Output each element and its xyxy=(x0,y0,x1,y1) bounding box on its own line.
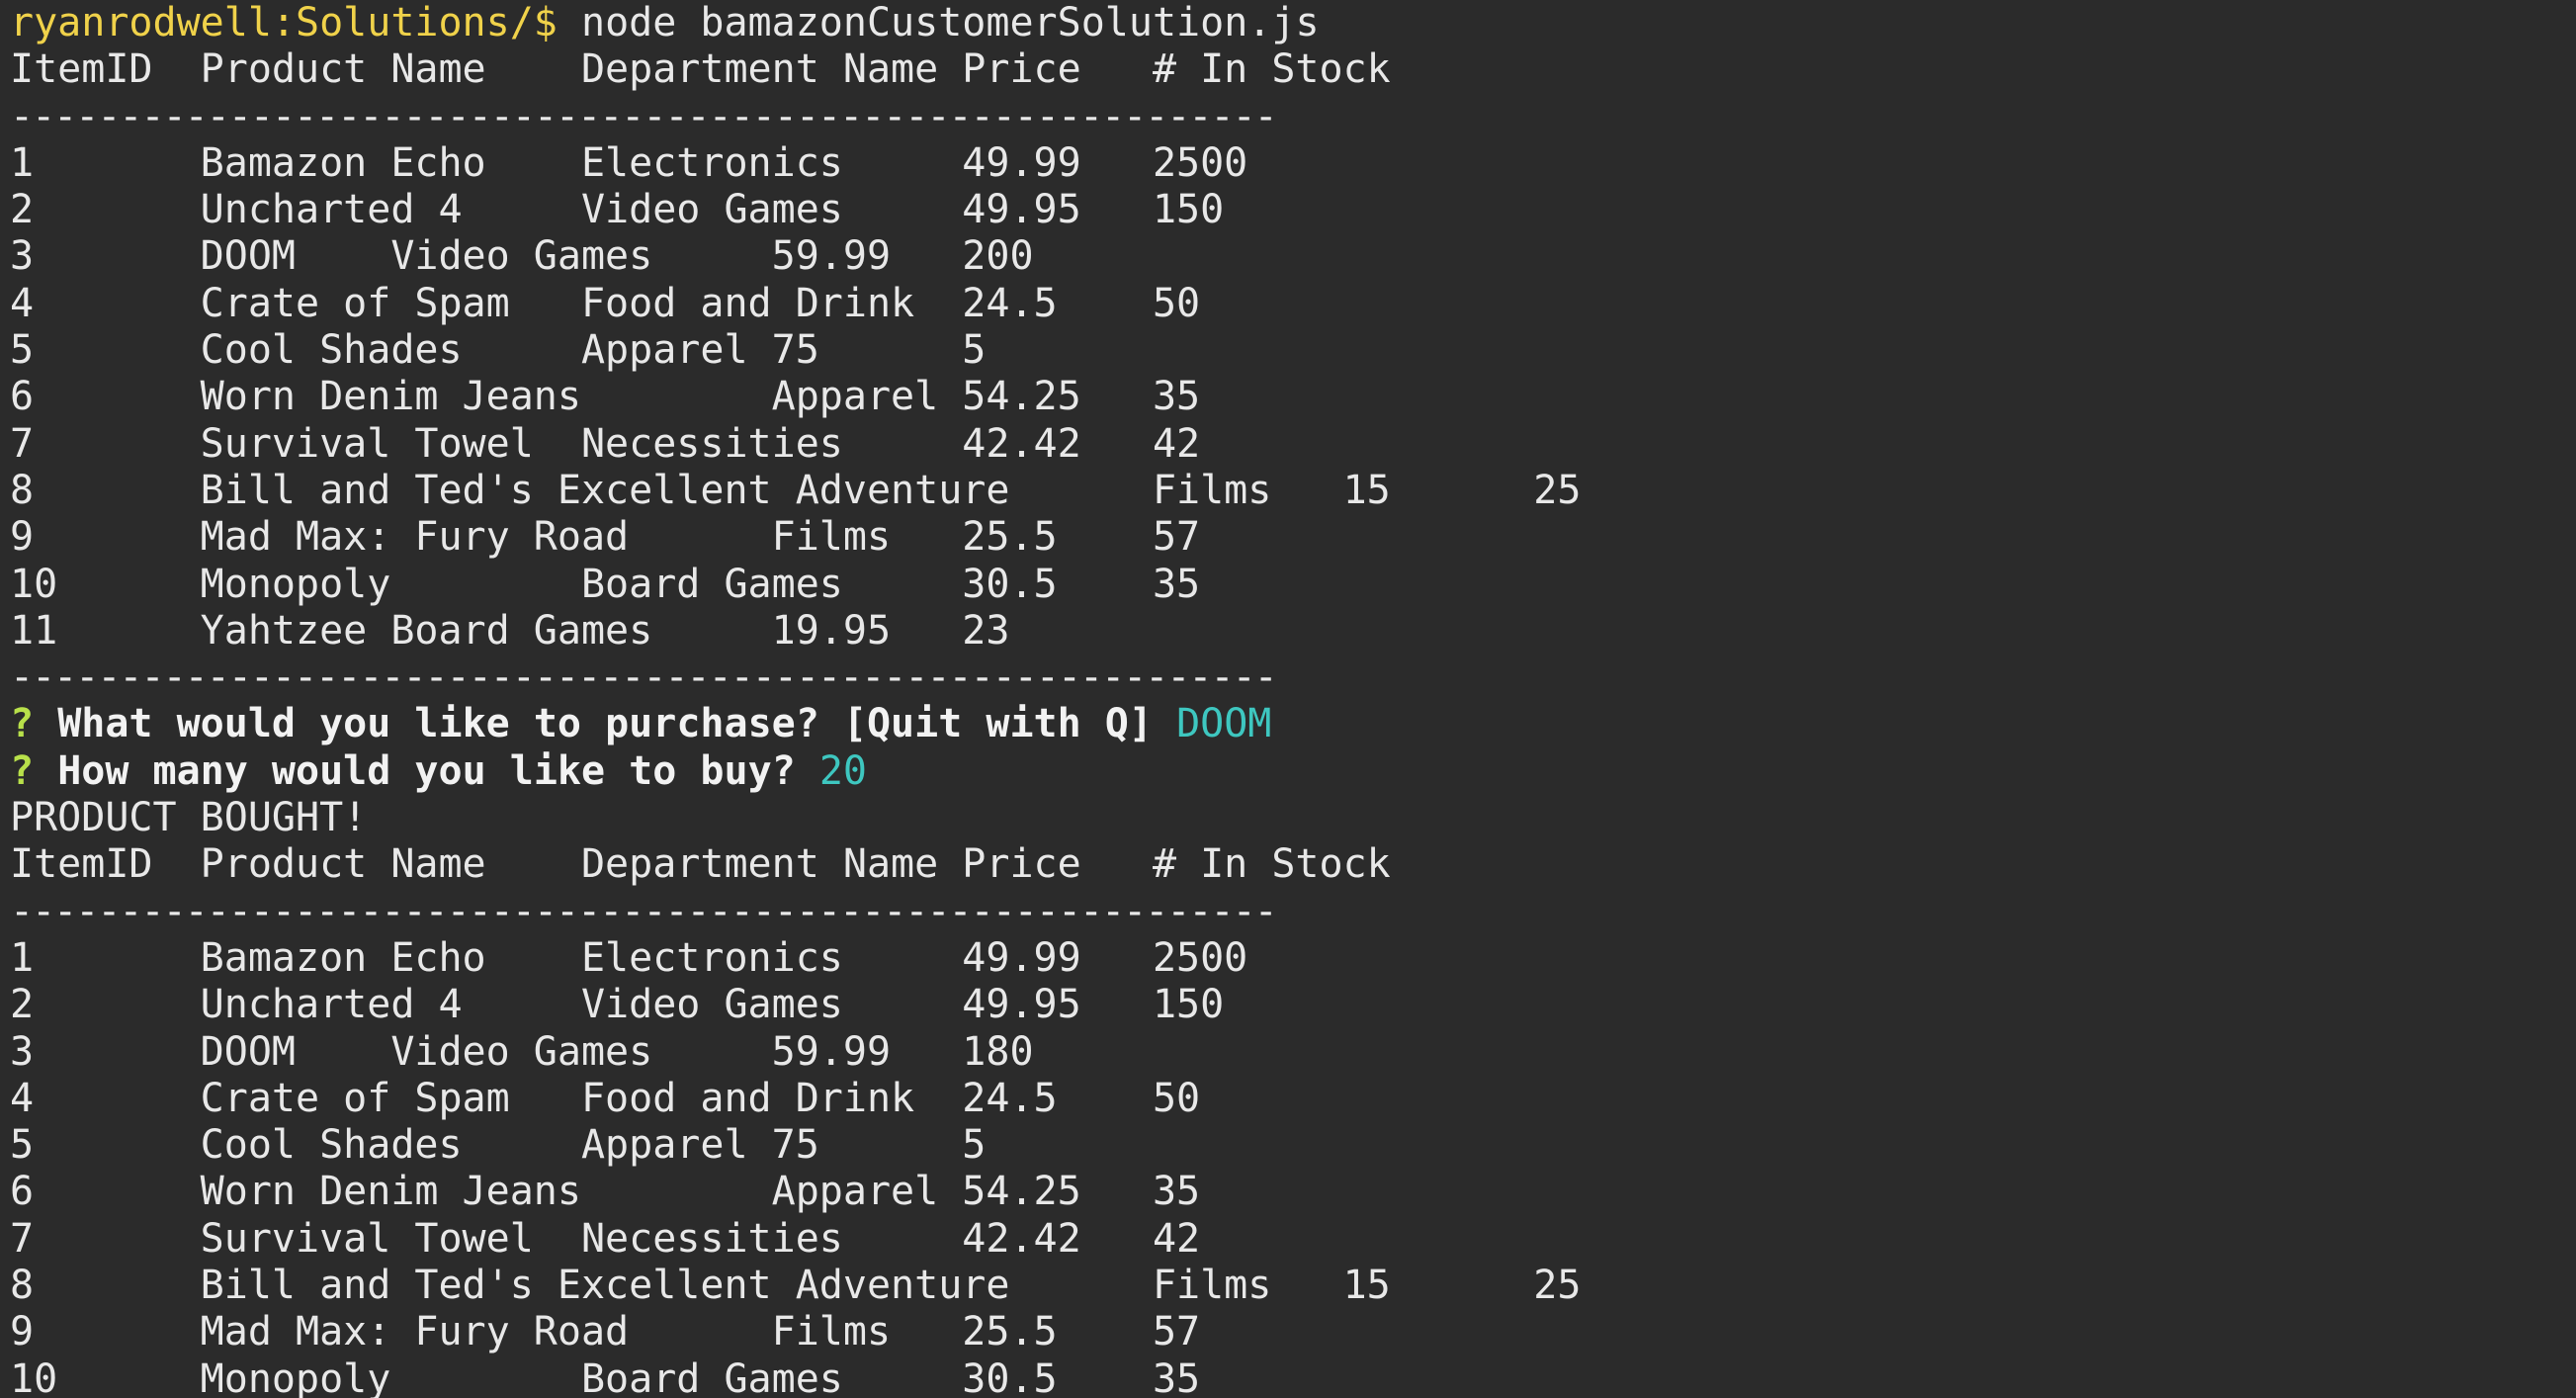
table-separator: ----------------------------------------… xyxy=(10,93,1278,139)
table-row: 5 Cool Shades Apparel 75 5 xyxy=(10,327,987,374)
table-row: 4 Crate of Spam Food and Drink 24.5 50 xyxy=(10,280,1201,326)
table-row: 6 Worn Denim Jeans Apparel 54.25 35 xyxy=(10,1169,1201,1215)
table-row: 10 Monopoly Board Games 30.5 35 xyxy=(10,561,1201,607)
command-text: node bamazonCustomerSolution.js xyxy=(580,0,1320,45)
table-row: 2 Uncharted 4 Video Games 49.95 150 xyxy=(10,187,1225,233)
purchase-answer-input[interactable]: DOOM xyxy=(1176,701,1271,746)
table-row: 3 DOOM Video Games 59.99 180 xyxy=(10,1028,1034,1075)
table-row: 10 Monopoly Board Games 30.5 35 xyxy=(10,1355,1201,1398)
table-row: 5 Cool Shades Apparel 75 5 xyxy=(10,1122,987,1169)
table-row: 1 Bamazon Echo Electronics 49.99 2500 xyxy=(10,934,1248,981)
question-mark-icon: ? xyxy=(10,747,35,794)
question-text: How many would you like to buy? xyxy=(57,747,796,794)
product-table-before: 1 Bamazon Echo Electronics 49.99 2500 2 … xyxy=(10,140,2576,655)
table-row: 8 Bill and Ted's Excellent Adventure Fil… xyxy=(10,467,1582,513)
table-row: 9 Mad Max: Fury Road Films 25.5 57 xyxy=(10,514,1201,561)
table-row: 7 Survival Towel Necessities 42.42 42 xyxy=(10,420,1201,467)
table-header: ItemID Product Name Department Name Pric… xyxy=(10,841,1391,888)
question-text: What would you like to purchase? [Quit w… xyxy=(57,701,1153,747)
table-row: 1 Bamazon Echo Electronics 49.99 2500 xyxy=(10,139,1248,186)
table-separator: ----------------------------------------… xyxy=(10,888,1278,934)
quantity-answer-input[interactable]: 20 xyxy=(819,748,867,794)
quantity-question: ? How many would you like to buy? 20 xyxy=(10,748,2576,795)
table-row: 4 Crate of Spam Food and Drink 24.5 50 xyxy=(10,1075,1201,1121)
table-row: 11 Yahtzee Board Games 19.95 23 xyxy=(10,607,1010,654)
prompt-user-dir: ryanrodwell:Solutions/$ xyxy=(10,0,558,45)
table-row: 2 Uncharted 4 Video Games 49.95 150 xyxy=(10,982,1225,1028)
table-row: 8 Bill and Ted's Excellent Adventure Fil… xyxy=(10,1263,1582,1309)
purchase-question: ? What would you like to purchase? [Quit… xyxy=(10,701,2576,747)
table-row: 7 Survival Towel Necessities 42.42 42 xyxy=(10,1215,1201,1262)
table-separator: ----------------------------------------… xyxy=(10,655,1278,701)
status-message: PRODUCT BOUGHT! xyxy=(10,795,368,841)
table-row: 6 Worn Denim Jeans Apparel 54.25 35 xyxy=(10,374,1201,420)
product-table-after: 1 Bamazon Echo Electronics 49.99 2500 2 … xyxy=(10,935,2576,1398)
table-header: ItemID Product Name Department Name Pric… xyxy=(10,46,1391,93)
table-row: 3 DOOM Video Games 59.99 200 xyxy=(10,233,1034,280)
question-mark-icon: ? xyxy=(10,701,35,747)
table-row: 9 Mad Max: Fury Road Films 25.5 57 xyxy=(10,1309,1201,1355)
command-line: ryanrodwell:Solutions/$ node bamazonCust… xyxy=(10,0,2576,46)
terminal-window[interactable]: ryanrodwell:Solutions/$ node bamazonCust… xyxy=(0,0,2576,1398)
